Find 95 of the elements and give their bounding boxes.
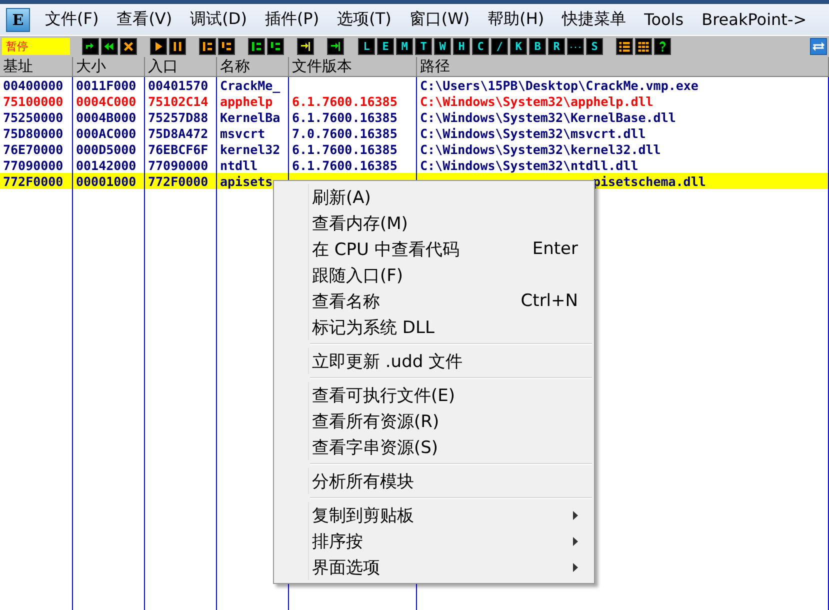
rewind-icon[interactable] xyxy=(101,38,118,55)
menu-option[interactable]: 立即更新 .udd 文件 xyxy=(308,348,592,374)
swap-icon[interactable] xyxy=(810,38,827,55)
letter-button[interactable]: K xyxy=(510,38,527,55)
table-cell: 6.1.7600.16385 xyxy=(292,158,398,172)
table-cell: 75D80000 xyxy=(3,126,64,140)
table-cell: kernel32 xyxy=(220,142,280,156)
menu-option[interactable]: 分析所有模块 xyxy=(308,468,592,494)
table-cell: 772F0000 xyxy=(3,174,64,188)
table-cell: 6.1.7600.16385 xyxy=(292,94,398,108)
menu-item[interactable]: Tools xyxy=(635,10,693,29)
table-cell: 00401570 xyxy=(148,78,208,92)
table-cell: C:\Windows\System32\apphelp.dll xyxy=(420,94,654,108)
column-header[interactable]: 文件版本 xyxy=(289,57,417,77)
table-cell: ntdll xyxy=(220,158,258,172)
table-cell: 00400000 xyxy=(3,78,64,92)
table-cell: 76E70000 xyxy=(3,142,64,156)
column-header[interactable]: 大小 xyxy=(73,57,145,77)
grid-icon[interactable] xyxy=(635,38,652,55)
menu-item[interactable]: 调试(D) xyxy=(181,9,256,30)
letter-button[interactable]: L xyxy=(358,38,375,55)
menu-option[interactable]: 在 CPU 中查看代码 Enter xyxy=(308,236,592,262)
menu-option[interactable]: 刷新(A) xyxy=(308,184,592,210)
submenu-arrow-icon xyxy=(573,510,578,520)
letter-button[interactable]: T xyxy=(415,38,432,55)
table-cell: KernelBa xyxy=(220,110,280,124)
menu-item[interactable]: 帮助(H) xyxy=(478,9,554,30)
menu-option[interactable]: 查看所有资源(R) xyxy=(308,408,592,434)
help-icon[interactable] xyxy=(654,38,671,55)
table-cell: apisets xyxy=(220,174,273,188)
menu-option[interactable]: 查看内存(M) xyxy=(308,210,592,236)
table-cell: apphelp xyxy=(220,94,273,108)
menu-item[interactable]: 文件(F) xyxy=(36,9,108,30)
letter-button[interactable]: R xyxy=(548,38,565,55)
column-header[interactable]: 路径 xyxy=(417,57,829,77)
table-cell: C:\Windows\System32\msvcrt.dll xyxy=(420,126,646,140)
table-cell: 75D8A472 xyxy=(148,126,208,140)
letter-button[interactable]: W xyxy=(434,38,451,55)
table-cell: CrackMe_ xyxy=(220,78,280,92)
letter-button[interactable]: M xyxy=(396,38,413,55)
table-cell: 000D5000 xyxy=(76,142,136,156)
table-cell: 00142000 xyxy=(76,158,136,172)
menu-item[interactable]: BreakPoint-> xyxy=(692,10,816,29)
menu-item[interactable]: 插件(P) xyxy=(256,9,328,30)
table-cell: 772F0000 xyxy=(148,174,208,188)
letter-button[interactable]: / xyxy=(491,38,508,55)
menu-item[interactable]: 选项(T) xyxy=(328,9,400,30)
table-cell: msvcrt xyxy=(220,126,266,140)
menu-option[interactable]: 查看名称 Ctrl+N xyxy=(308,288,592,314)
table-cell: 000AC000 xyxy=(76,126,136,140)
table-cell: 77090000 xyxy=(3,158,64,172)
letter-button[interactable]: E xyxy=(377,38,394,55)
column-header[interactable]: 基址 xyxy=(0,57,73,77)
menu-option[interactable]: 复制到剪贴板 xyxy=(308,502,592,528)
table-cell: C:\Windows\System32\kernel32.dll xyxy=(420,142,661,156)
play-icon[interactable] xyxy=(150,38,167,55)
table-cell: pisetschema.dll xyxy=(593,174,706,188)
column-header[interactable]: 名称 xyxy=(217,57,289,77)
table-cell: 0011F000 xyxy=(76,78,136,92)
submenu-arrow-icon xyxy=(573,536,578,546)
menu-item[interactable]: 快捷菜单 xyxy=(553,9,636,30)
status-label: 暂停 xyxy=(2,38,70,55)
table-cell: 75102C14 xyxy=(148,94,208,108)
table-cell: 75257D88 xyxy=(148,110,208,124)
menu-option[interactable]: 查看可执行文件(E) xyxy=(308,382,592,408)
menu-option[interactable]: 排序按 xyxy=(308,528,592,554)
table-cell: 0004B000 xyxy=(76,110,136,124)
table-cell: 00001000 xyxy=(76,174,136,188)
menu-option[interactable]: 界面选项 xyxy=(308,554,592,580)
list-icon[interactable] xyxy=(616,38,633,55)
table-cell: 77090000 xyxy=(148,158,208,172)
table-cell: 6.1.7600.16385 xyxy=(292,142,398,156)
table-cell: C:\Users\15PB\Desktop\CrackMe.vmp.exe xyxy=(420,78,698,92)
close-icon[interactable] xyxy=(120,38,137,55)
table-cell: 75250000 xyxy=(3,110,64,124)
table-cell: C:\Windows\System32\ntdll.dll xyxy=(420,158,638,172)
menu-item[interactable]: 查看(V) xyxy=(108,9,182,30)
letter-button[interactable]: H xyxy=(453,38,470,55)
table-cell: 6.1.7600.16385 xyxy=(292,110,398,124)
pause-icon[interactable] xyxy=(169,38,186,55)
table-cell: 7.0.7600.16385 xyxy=(292,126,398,140)
table-cell: 0004C000 xyxy=(76,94,136,108)
submenu-arrow-icon xyxy=(573,562,578,572)
menu-option[interactable]: 查看字串资源(S) xyxy=(308,434,592,460)
app-icon[interactable]: E xyxy=(6,8,30,32)
letter-button[interactable]: B xyxy=(529,38,546,55)
menu-option[interactable]: 标记为系统 DLL xyxy=(308,314,592,340)
table-cell: 75100000 xyxy=(3,94,64,108)
table-cell: 76EBCF6F xyxy=(148,142,208,156)
table-cell: C:\Windows\System32\KernelBase.dll xyxy=(420,110,676,124)
letter-button[interactable]: S xyxy=(586,38,603,55)
letter-button[interactable]: C xyxy=(472,38,489,55)
menu-option[interactable]: 跟随入口(F) xyxy=(308,262,592,288)
column-header[interactable]: 入口 xyxy=(145,57,217,77)
menu-item[interactable]: 窗口(W) xyxy=(400,9,479,30)
